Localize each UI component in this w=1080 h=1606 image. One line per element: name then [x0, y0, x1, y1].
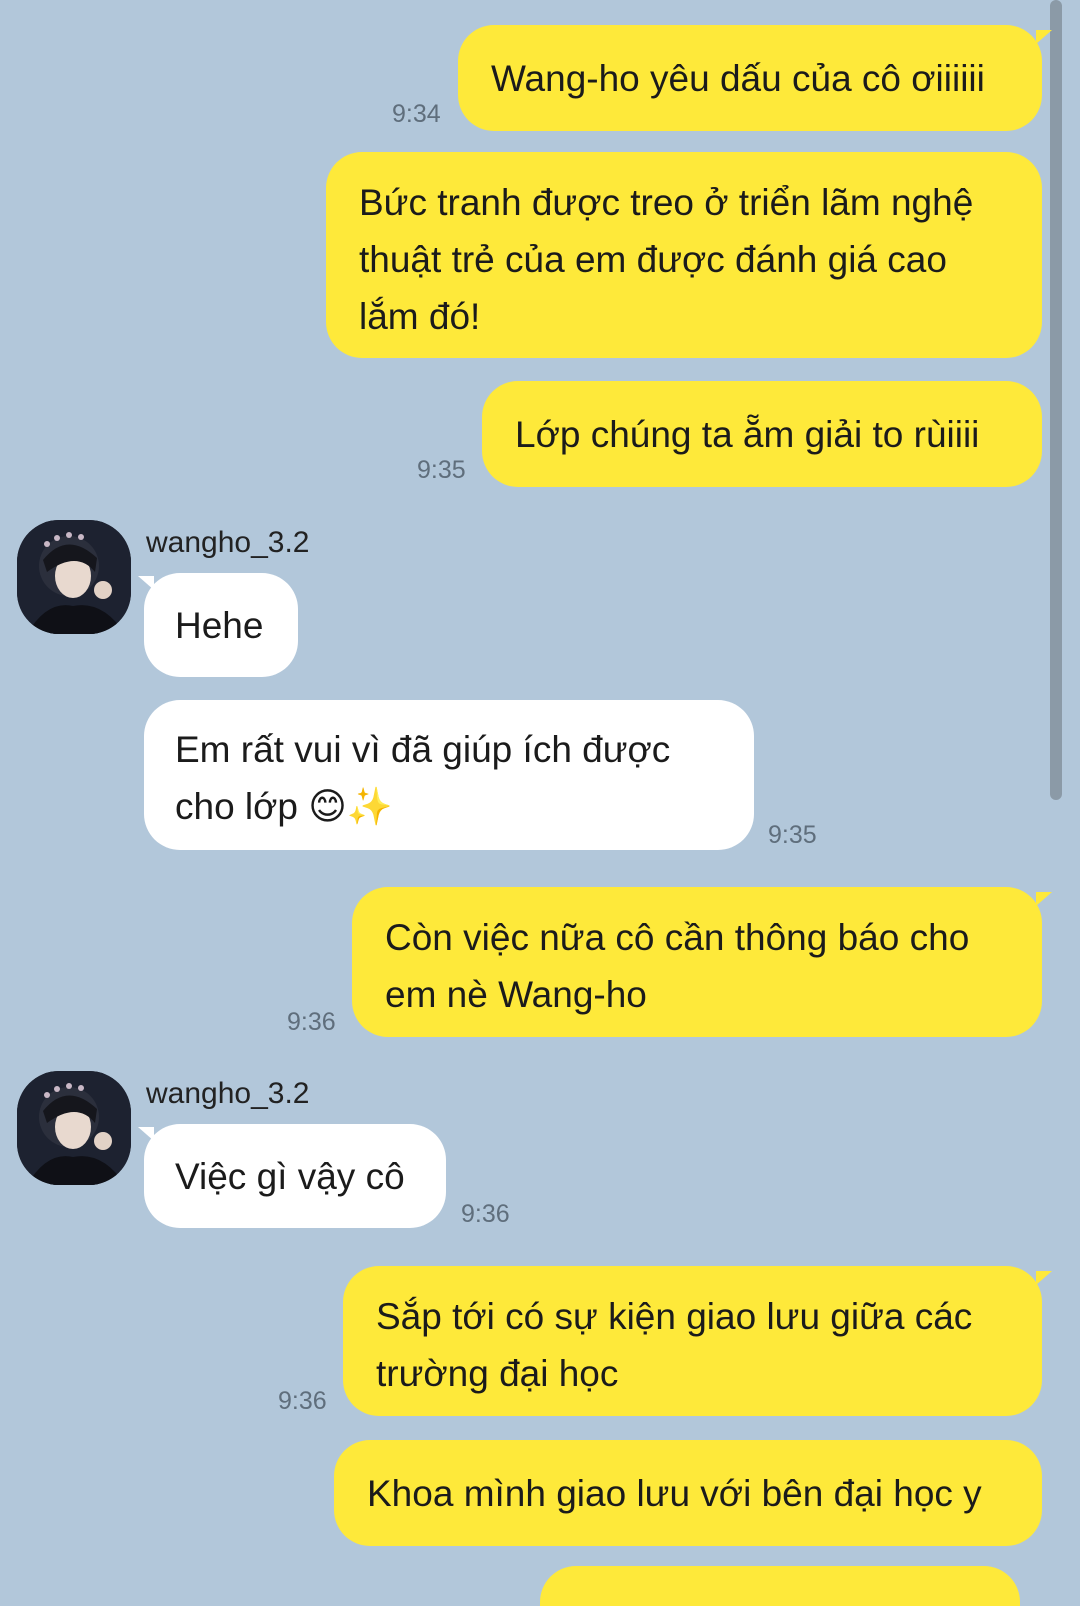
message-bubble-incoming[interactable]: Hehe — [144, 573, 298, 677]
message-bubble-outgoing[interactable]: Lớp chúng ta ẵm giải to rùiiii — [482, 381, 1042, 487]
chat-scrollbar[interactable] — [1050, 0, 1062, 800]
message-bubble-outgoing[interactable]: Khoa mình giao lưu với bên đại học y — [334, 1440, 1042, 1546]
contact-avatar[interactable] — [17, 520, 131, 634]
sender-name: wangho_3.2 — [146, 1077, 310, 1110]
message-time: 9:36 — [278, 1387, 327, 1415]
bubble-tail — [138, 576, 154, 590]
bubble-tail — [138, 1127, 154, 1141]
message-time: 9:35 — [768, 821, 817, 849]
message-bubble-outgoing[interactable]: Wang-ho yêu dấu của cô ơiiiiii — [458, 25, 1042, 131]
bubble-tail — [1036, 1271, 1052, 1285]
message-time: 9:34 — [392, 100, 441, 128]
message-time: 9:36 — [287, 1008, 336, 1036]
contact-avatar[interactable] — [17, 1071, 131, 1185]
profile-photo-icon — [17, 520, 131, 634]
sender-name: wangho_3.2 — [146, 526, 310, 559]
message-bubble-incoming[interactable]: Em rất vui vì đã giúp ích được cho lớp 😊… — [144, 700, 754, 850]
message-time: 9:35 — [417, 456, 466, 484]
profile-photo-icon — [17, 1071, 131, 1185]
message-bubble-outgoing[interactable]: Sắp tới có sự kiện giao lưu giữa các trư… — [343, 1266, 1042, 1416]
message-time: 9:36 — [461, 1200, 510, 1228]
message-bubble-outgoing[interactable]: Còn việc nữa cô cần thông báo cho em nè … — [352, 887, 1042, 1037]
message-bubble-incoming[interactable]: Việc gì vậy cô — [144, 1124, 446, 1228]
bubble-tail — [1036, 30, 1052, 44]
message-bubble-outgoing-partial[interactable] — [540, 1566, 1020, 1606]
message-bubble-outgoing[interactable]: Bức tranh được treo ở triển lãm nghệ thu… — [326, 152, 1042, 358]
bubble-tail — [1036, 892, 1052, 906]
